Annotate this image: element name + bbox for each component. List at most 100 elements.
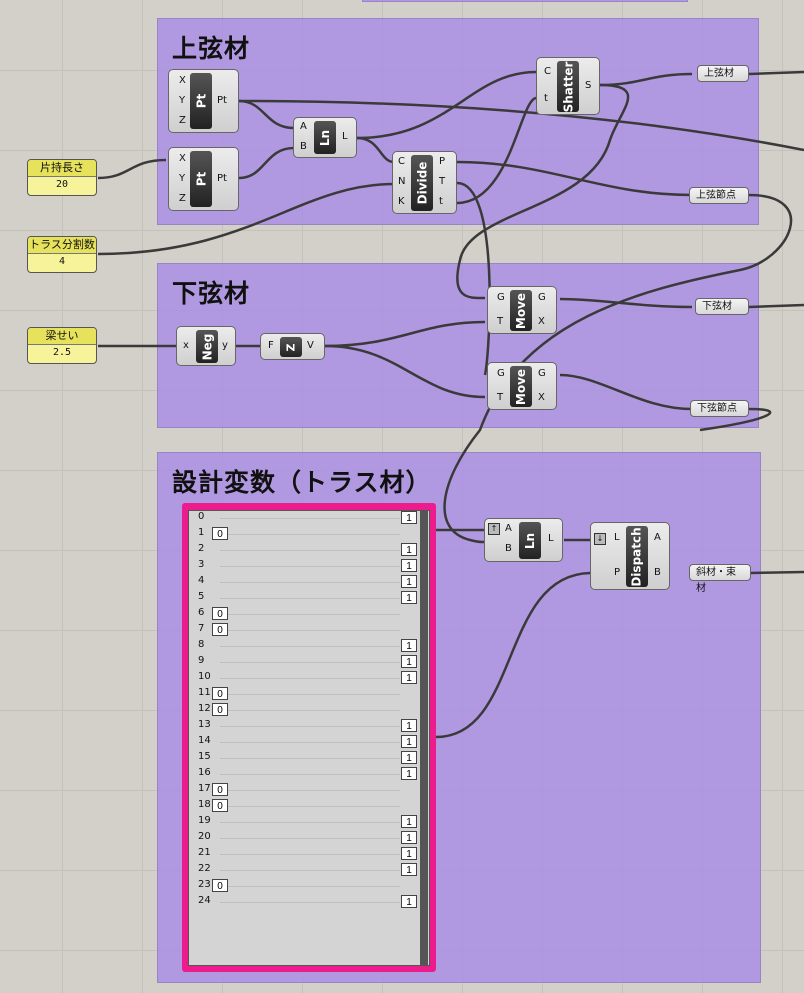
- label-bottom-chord[interactable]: 下弦材: [695, 298, 749, 315]
- gene-value[interactable]: 0: [212, 687, 228, 700]
- input-t[interactable]: T: [497, 316, 503, 327]
- input-a[interactable]: A: [505, 523, 512, 534]
- label-top-nodes[interactable]: 上弦節点: [689, 187, 749, 204]
- input-t[interactable]: T: [497, 392, 503, 403]
- input-z[interactable]: Z: [179, 193, 186, 204]
- gene-track: [220, 806, 400, 807]
- gene-pool-scrollbar[interactable]: [420, 511, 428, 965]
- output-y[interactable]: y: [222, 340, 228, 351]
- output-l[interactable]: L: [342, 131, 348, 142]
- output-pt[interactable]: Pt: [217, 173, 227, 184]
- gene-track: [220, 598, 400, 599]
- output-b[interactable]: B: [654, 567, 661, 578]
- output-t-list[interactable]: T: [439, 176, 445, 187]
- gene-value[interactable]: 0: [212, 607, 228, 620]
- gene-value[interactable]: 0: [212, 879, 228, 892]
- component-name: Dispatch: [630, 526, 645, 587]
- input-f[interactable]: F: [268, 340, 274, 351]
- input-c[interactable]: C: [544, 66, 551, 77]
- gene-index: 18: [198, 799, 211, 810]
- output-p[interactable]: P: [439, 156, 445, 167]
- label-diagonals[interactable]: 斜材・束材: [689, 564, 751, 594]
- input-x[interactable]: X: [179, 75, 186, 86]
- gene-value[interactable]: 1: [401, 671, 417, 684]
- input-y[interactable]: Y: [179, 173, 185, 184]
- component-divide[interactable]: C N K Divide P T t: [392, 151, 457, 214]
- input-x[interactable]: X: [179, 153, 186, 164]
- gene-value[interactable]: 1: [401, 559, 417, 572]
- input-k[interactable]: K: [398, 196, 405, 207]
- slider-value[interactable]: 4: [28, 254, 96, 270]
- gene-track: [220, 518, 400, 519]
- gene-index: 23: [198, 879, 211, 890]
- slider-beam-depth[interactable]: 梁せい 2.5: [27, 327, 97, 364]
- gene-track: [220, 534, 400, 535]
- input-t[interactable]: t: [544, 93, 548, 104]
- component-core: Pt: [190, 73, 212, 129]
- gene-value[interactable]: 0: [212, 527, 228, 540]
- output-t-params[interactable]: t: [439, 196, 443, 207]
- input-y[interactable]: Y: [179, 95, 185, 106]
- gene-track: [220, 630, 400, 631]
- label-top-chord[interactable]: 上弦材: [697, 65, 749, 82]
- input-x[interactable]: x: [183, 340, 189, 351]
- slider-cantilever-length[interactable]: 片持長さ 20: [27, 159, 97, 196]
- gene-value[interactable]: 1: [401, 831, 417, 844]
- component-core: Divide: [411, 155, 433, 211]
- gene-value[interactable]: 1: [401, 719, 417, 732]
- gene-track: [220, 790, 400, 791]
- component-line-2[interactable]: ↑ A B Ln L: [484, 518, 563, 562]
- gene-value[interactable]: 1: [401, 511, 417, 524]
- gene-value[interactable]: 1: [401, 639, 417, 652]
- output-l[interactable]: L: [548, 533, 554, 544]
- gene-value[interactable]: 1: [401, 751, 417, 764]
- gene-value[interactable]: 0: [212, 783, 228, 796]
- label-bottom-nodes[interactable]: 下弦節点: [690, 400, 749, 417]
- output-a[interactable]: A: [654, 532, 661, 543]
- output-x[interactable]: X: [538, 316, 545, 327]
- gene-value[interactable]: 1: [401, 863, 417, 876]
- component-pt-2[interactable]: X Y Z Pt Pt: [168, 147, 239, 211]
- input-g[interactable]: G: [497, 368, 505, 379]
- gene-value[interactable]: 1: [401, 591, 417, 604]
- input-b[interactable]: B: [505, 543, 512, 554]
- input-p[interactable]: P: [614, 567, 620, 578]
- output-g[interactable]: G: [538, 368, 546, 379]
- slider-value[interactable]: 20: [28, 177, 96, 193]
- output-g[interactable]: G: [538, 292, 546, 303]
- gene-value[interactable]: 0: [212, 799, 228, 812]
- component-dispatch[interactable]: ↓ L P Dispatch A B: [590, 522, 670, 590]
- component-unit-z[interactable]: F Z V: [260, 333, 325, 360]
- gene-value[interactable]: 1: [401, 895, 417, 908]
- output-x[interactable]: X: [538, 392, 545, 403]
- input-g[interactable]: G: [497, 292, 505, 303]
- input-c[interactable]: C: [398, 156, 405, 167]
- component-move-2[interactable]: G T Move G X: [487, 362, 557, 410]
- output-s[interactable]: S: [585, 80, 591, 91]
- component-shatter[interactable]: C t Shatter S: [536, 57, 600, 115]
- slider-value[interactable]: 2.5: [28, 345, 96, 361]
- component-pt-1[interactable]: X Y Z Pt Pt: [168, 69, 239, 133]
- gene-value[interactable]: 1: [401, 543, 417, 556]
- gene-value[interactable]: 0: [212, 623, 228, 636]
- input-b[interactable]: B: [300, 141, 307, 152]
- component-negative[interactable]: x Neg y: [176, 326, 236, 366]
- gene-value[interactable]: 1: [401, 655, 417, 668]
- gene-value[interactable]: 1: [401, 847, 417, 860]
- gene-value[interactable]: 1: [401, 767, 417, 780]
- slider-truss-divisions[interactable]: トラス分割数 4: [27, 236, 97, 273]
- component-line-1[interactable]: A B Ln L: [293, 117, 357, 158]
- gene-value[interactable]: 1: [401, 815, 417, 828]
- gene-value[interactable]: 1: [401, 575, 417, 588]
- input-l[interactable]: L: [614, 532, 620, 543]
- input-n[interactable]: N: [398, 176, 405, 187]
- gene-value[interactable]: 1: [401, 735, 417, 748]
- gene-pool[interactable]: [188, 510, 430, 966]
- output-v[interactable]: V: [307, 340, 314, 351]
- input-z[interactable]: Z: [179, 115, 186, 126]
- output-pt[interactable]: Pt: [217, 95, 227, 106]
- input-a[interactable]: A: [300, 121, 307, 132]
- gene-value[interactable]: 0: [212, 703, 228, 716]
- gene-index: 6: [198, 607, 205, 618]
- component-move-1[interactable]: G T Move G X: [487, 286, 557, 334]
